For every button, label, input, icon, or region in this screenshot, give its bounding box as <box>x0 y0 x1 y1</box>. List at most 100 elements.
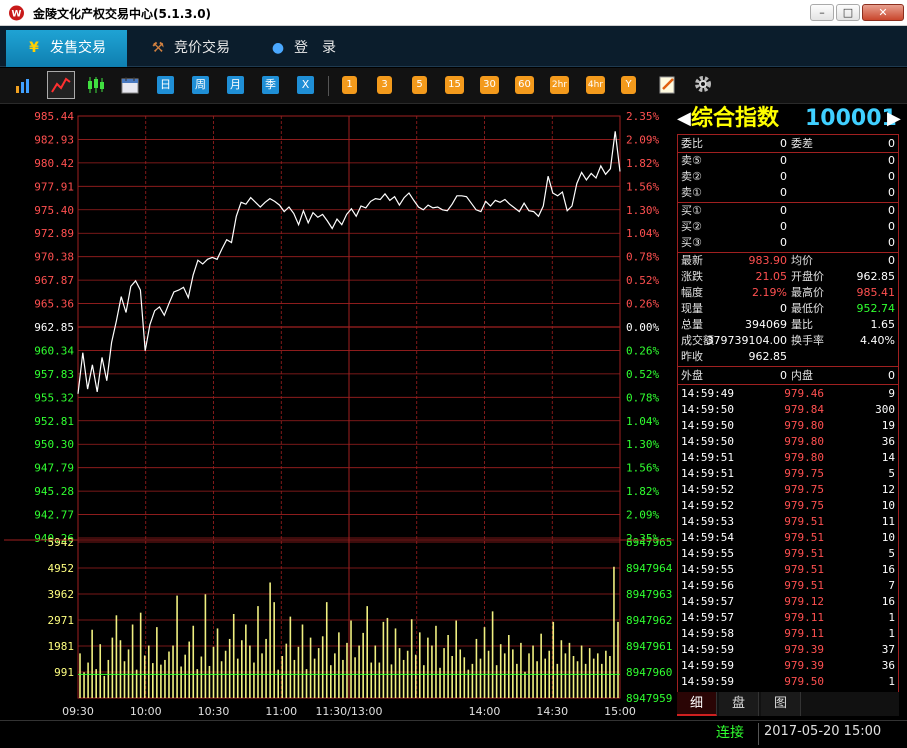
tick-price: 979.51 <box>784 579 824 592</box>
stat-value: 4.40% <box>860 334 895 347</box>
tick-price: 979.51 <box>784 531 824 544</box>
price-tick-label: 977.91 <box>34 180 74 193</box>
tick-row: 14:59:50 979.80 36 <box>677 434 899 450</box>
calendar-icon[interactable] <box>121 76 139 94</box>
pct-tick-label: 0.52% <box>626 368 659 381</box>
tick-price: 979.51 <box>784 563 824 576</box>
pct-tick-label: 0.26% <box>626 344 659 357</box>
volume-tick-label: 5942 <box>48 536 75 549</box>
period-month-button[interactable]: 月 <box>227 76 244 94</box>
pct-tick-label: 0.52% <box>626 274 659 287</box>
price-tick-label: 960.34 <box>34 344 74 357</box>
ask-qty: 0 <box>888 186 895 199</box>
period-x-button[interactable]: X <box>297 76 314 94</box>
minute-3-button[interactable]: 3 <box>377 76 392 94</box>
tick-time: 14:59:53 <box>681 515 734 528</box>
tick-qty: 5 <box>888 467 895 480</box>
inner-label: 内盘 <box>791 369 813 382</box>
close-button[interactable]: ✕ <box>862 4 904 21</box>
minute-5-button[interactable]: 5 <box>412 76 427 94</box>
hour-2-button[interactable]: 2hr <box>550 76 569 94</box>
minute-1-button[interactable]: 1 <box>342 76 357 94</box>
price-tick-label: 962.85 <box>34 321 74 334</box>
bid-qty: 0 <box>888 204 895 217</box>
next-arrow-icon[interactable]: ▶ <box>887 104 901 134</box>
tab-login[interactable]: ● 登 录 <box>250 30 360 67</box>
weibi-value: 0 <box>780 137 787 150</box>
bid-label: 买③ <box>681 236 702 249</box>
hour-4-button[interactable]: 4hr <box>586 76 605 94</box>
minimize-button[interactable]: – <box>810 4 834 21</box>
volume-tick-label: 3962 <box>48 588 75 601</box>
user-icon: ● <box>271 40 285 56</box>
period-day-button[interactable]: 日 <box>157 76 174 94</box>
tab-graph[interactable]: 图 <box>761 692 801 716</box>
stat-row: 最新 983.90 均价 0 <box>677 253 899 269</box>
tick-row: 14:59:55 979.51 16 <box>677 562 899 578</box>
tab-bidding-trading[interactable]: ⚒ 竞价交易 <box>130 30 250 67</box>
tick-row: 14:59:59 979.39 37 <box>677 642 899 658</box>
volume-tick-label: 4952 <box>48 562 75 575</box>
tick-row: 14:59:59 979.39 36 <box>677 658 899 674</box>
minute-15-button[interactable]: 15 <box>445 76 464 94</box>
tick-price: 979.39 <box>784 659 824 672</box>
minute-30-button[interactable]: 30 <box>480 76 499 94</box>
tick-qty: 14 <box>881 451 895 464</box>
index-title-bar: ◀ 综合指数 100001 ▶ <box>677 104 901 134</box>
period-quarter-button[interactable]: 季 <box>262 76 279 94</box>
bid-label: 买② <box>681 220 702 233</box>
stat-label: 幅度 <box>681 286 703 299</box>
bar-chart-icon[interactable] <box>14 76 32 94</box>
line-chart-icon[interactable] <box>47 71 75 99</box>
stat-label: 涨跌 <box>681 270 703 283</box>
stat-value: 2.19% <box>752 286 787 299</box>
tick-row: 14:59:49 979.46 9 <box>677 386 899 402</box>
edit-icon[interactable] <box>658 75 678 95</box>
tick-price: 979.51 <box>784 515 824 528</box>
tick-qty: 16 <box>881 595 895 608</box>
pct-tick-label: 1.56% <box>626 462 659 475</box>
tick-row: 14:59:53 979.51 11 <box>677 514 899 530</box>
tick-qty: 36 <box>881 659 895 672</box>
tick-row: 14:59:58 979.11 1 <box>677 626 899 642</box>
period-week-button[interactable]: 周 <box>192 76 209 94</box>
status-bar: 连接 2017-05-20 15:00 <box>0 720 907 748</box>
tab-detail[interactable]: 细 <box>677 692 717 716</box>
outer-value: 0 <box>780 369 787 382</box>
stat-value: 952.74 <box>856 302 896 315</box>
tab-sale-trading[interactable]: ¥ 发售交易 <box>6 30 127 67</box>
stat-value: 0 <box>780 302 787 315</box>
volume-right-tick-label: 8947962 <box>626 614 672 627</box>
stat-value: 21.05 <box>755 270 788 283</box>
tick-qty: 11 <box>881 515 895 528</box>
tick-time: 14:59:54 <box>681 531 734 544</box>
tick-qty: 16 <box>881 563 895 576</box>
panel-divider <box>677 384 899 385</box>
tick-time: 14:59:49 <box>681 387 734 400</box>
outer-inner-row: 外盘 0 内盘 0 <box>677 368 899 384</box>
panel-tabs: 细 盘 图 <box>677 692 899 716</box>
stat-label: 最高价 <box>791 286 824 299</box>
ask-label: 卖② <box>681 170 702 183</box>
intraday-chart[interactable]: 985.44 2.35% 982.93 2.09% 980.42 1.82% 977.91 1… <box>4 104 674 720</box>
pct-tick-label: 0.00% <box>626 321 659 334</box>
year-button[interactable]: Y <box>621 76 636 94</box>
tab-orderbook[interactable]: 盘 <box>719 692 759 716</box>
time-axis-label: 10:30 <box>198 705 230 718</box>
tick-qty: 12 <box>881 483 895 496</box>
pct-tick-label: 0.78% <box>626 391 659 404</box>
maximize-button[interactable]: □ <box>836 4 860 21</box>
pct-tick-label: 1.30% <box>626 438 659 451</box>
weibi-row: 委比 0 委差 0 <box>677 136 899 152</box>
tick-time: 14:59:58 <box>681 627 734 640</box>
candlestick-icon[interactable] <box>86 76 106 94</box>
stat-label: 最新 <box>681 254 703 267</box>
weicha-value: 0 <box>888 137 895 150</box>
ask-price: 0 <box>780 170 787 183</box>
minute-60-button[interactable]: 60 <box>515 76 534 94</box>
gear-icon[interactable] <box>693 74 713 94</box>
yen-icon: ¥ <box>29 40 39 56</box>
nav-bar: ¥ 发售交易 ⚒ 竞价交易 ● 登 录 <box>0 26 907 67</box>
tick-price: 979.75 <box>784 499 824 512</box>
prev-arrow-icon[interactable]: ◀ <box>677 104 691 134</box>
